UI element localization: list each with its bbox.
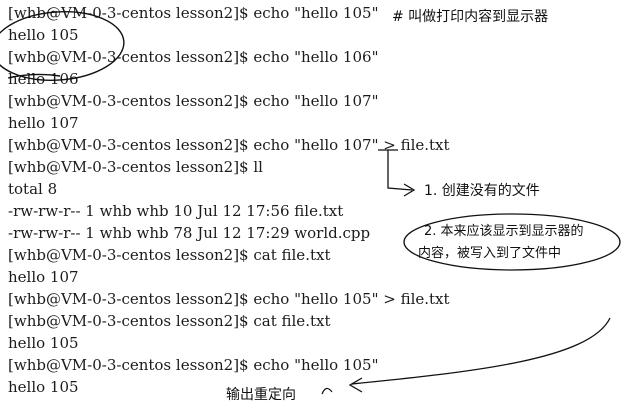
curve-arrowhead xyxy=(348,377,363,393)
terminal-line: hello 105 xyxy=(8,334,79,352)
terminal-line: [whb@VM-0-3-centos lesson2]$ ll xyxy=(8,158,263,176)
terminal-line: -rw-rw-r-- 1 whb whb 78 Jul 12 17:29 wor… xyxy=(8,224,371,242)
terminal-window[interactable]: [whb@VM-0-3-centos lesson2]$ echo "hello… xyxy=(0,0,630,411)
terminal-line: [whb@VM-0-3-centos lesson2]$ cat file.tx… xyxy=(8,246,331,264)
terminal-line: -rw-rw-r-- 1 whb whb 10 Jul 12 17:56 fil… xyxy=(8,202,344,220)
terminal-line: [whb@VM-0-3-centos lesson2]$ cat file.tx… xyxy=(8,312,331,330)
terminal-line: [whb@VM-0-3-centos lesson2]$ echo "hello… xyxy=(8,290,450,308)
comment-print-to-display: # 叫做打印内容到显示器 xyxy=(392,9,549,25)
terminal-line: [whb@VM-0-3-centos lesson2]$ echo "hello… xyxy=(8,4,379,22)
arrowhead xyxy=(403,183,416,197)
terminal-line: hello 106 xyxy=(8,70,79,88)
terminal-line: hello 105 xyxy=(8,26,79,44)
terminal-line: total 8 xyxy=(8,180,58,198)
terminal-line: [whb@VM-0-3-centos lesson2]$ echo "hello… xyxy=(8,356,379,374)
terminal-line: [whb@VM-0-3-centos lesson2]$ echo "hello… xyxy=(8,92,379,110)
note-written-to-file-line2: 内容，被写入到了文件中 xyxy=(418,246,562,261)
note-create-file: 1. 创建没有的文件 xyxy=(424,183,540,199)
bracket-arrow xyxy=(378,149,413,191)
tick-mark xyxy=(321,387,333,395)
label-output-redirection: 输出重定向 xyxy=(226,387,296,403)
terminal-line: hello 107 xyxy=(8,268,79,286)
terminal-line: [whb@VM-0-3-centos lesson2]$ echo "hello… xyxy=(8,48,379,66)
terminal-line: [whb@VM-0-3-centos lesson2]$ echo "hello… xyxy=(8,136,450,154)
terminal-line: hello 107 xyxy=(8,114,79,132)
note-written-to-file-line1: 2. 本来应该显示到显示器的 xyxy=(424,224,584,239)
terminal-line: hello 105 xyxy=(8,378,79,396)
curve-arrow xyxy=(351,317,611,385)
